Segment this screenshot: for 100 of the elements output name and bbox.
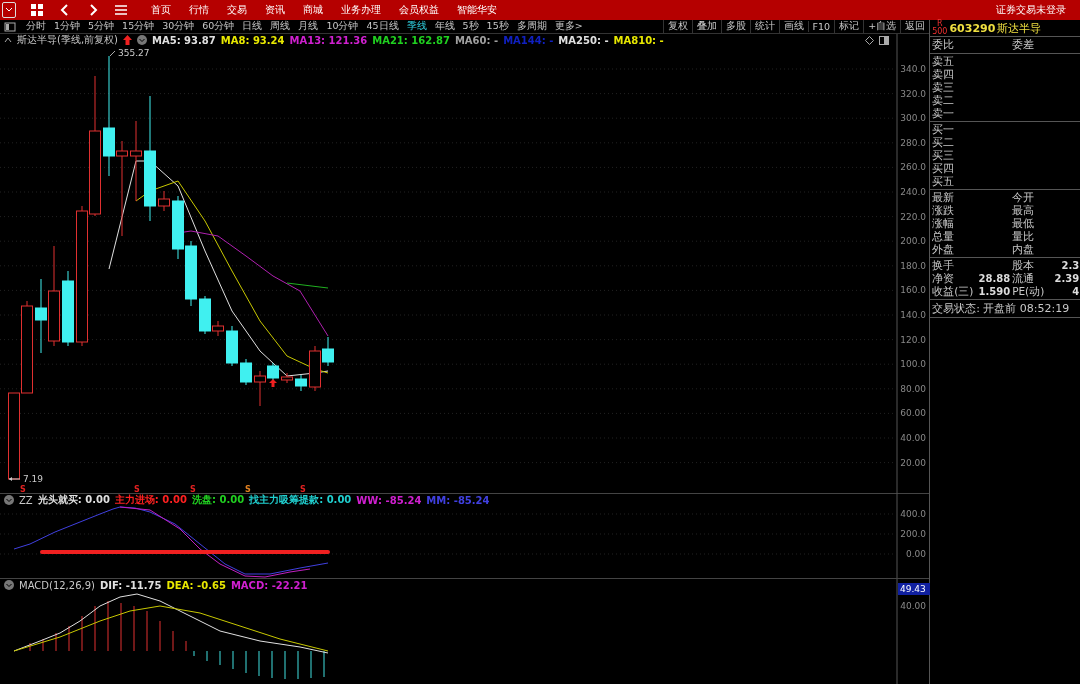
- bid-level-label: 买一: [932, 123, 955, 136]
- tool-button[interactable]: 统计: [749, 20, 779, 33]
- period-tab[interactable]: 5秒: [458, 20, 483, 33]
- login-status[interactable]: 证券交易未登录: [996, 3, 1080, 17]
- indicator-name: MACD(12,26,9): [19, 579, 95, 591]
- dropdown-icon[interactable]: [4, 495, 14, 506]
- tool-button[interactable]: 返回: [900, 20, 930, 33]
- period-tab[interactable]: 1分钟: [50, 20, 85, 33]
- legend-value: MA8: 93.24: [220, 34, 285, 46]
- field-label: 收益(三): [932, 285, 974, 297]
- period-tab[interactable]: 日线: [238, 20, 267, 33]
- tool-button[interactable]: 复权: [662, 20, 692, 33]
- current-value-badge: 49.43: [898, 583, 930, 596]
- period-tab[interactable]: 多周期: [512, 20, 551, 33]
- candlestick: [172, 195, 184, 260]
- tool-button[interactable]: 标记: [834, 20, 864, 33]
- high-price-label: 355.27: [118, 48, 150, 58]
- period-tab[interactable]: 10分钟: [322, 20, 363, 33]
- axis-tick-label: 180.0: [900, 260, 926, 271]
- collapse-icon[interactable]: [4, 36, 12, 44]
- legend-value: MA5: 93.87: [152, 34, 216, 46]
- legend-value: MM: -85.24: [426, 494, 490, 506]
- nav-menu-item[interactable]: 商城: [294, 3, 332, 17]
- period-tab[interactable]: 15分钟: [118, 20, 159, 33]
- field-label: 换手: [932, 259, 955, 271]
- period-tab[interactable]: 月线: [294, 20, 323, 33]
- field-label: 今开: [1012, 191, 1035, 203]
- dropdown-icon[interactable]: [4, 580, 14, 591]
- bid-level-label: 买五: [932, 175, 955, 188]
- field-label: 外盘: [932, 243, 955, 255]
- dropdown-button[interactable]: [2, 2, 16, 18]
- axis-tick-label: 120.0: [900, 334, 926, 345]
- tool-button[interactable]: +自选: [863, 20, 901, 33]
- chart-title: 斯达半导(季线,前复权): [17, 33, 118, 47]
- period-tab[interactable]: 5分钟: [84, 20, 119, 33]
- axis-tick-label: 280.0: [900, 137, 926, 148]
- period-tab[interactable]: 分时: [22, 20, 50, 33]
- legend-value: MA21: 162.87: [372, 34, 450, 46]
- ask-level-label: 卖五: [932, 55, 955, 68]
- field-label: 最新: [932, 191, 955, 203]
- bid-level-label: 买二: [932, 136, 955, 149]
- tool-button[interactable]: F10: [807, 21, 835, 32]
- ask-level-label: 卖二: [932, 94, 955, 107]
- field-label: 内盘: [1012, 243, 1035, 255]
- panel-toggle-icon[interactable]: [879, 35, 890, 45]
- axis-tick-label: 60.00: [900, 408, 926, 419]
- diamond-icon[interactable]: [865, 35, 875, 45]
- signal-marker: S: [134, 485, 140, 494]
- leader-line: [109, 50, 116, 57]
- tool-button[interactable]: 画线: [778, 20, 808, 33]
- legend-value: 主力进场: 0.00: [114, 493, 187, 508]
- field-label: 净资: [932, 272, 955, 284]
- tool-button[interactable]: 叠加: [691, 20, 721, 33]
- up-arrow-icon: [123, 35, 132, 45]
- axis-tick-label: 40.00: [900, 433, 926, 443]
- field-label: 委比: [932, 38, 956, 52]
- legend-value: MA13: 121.36: [289, 34, 368, 46]
- field-label: 股本: [1012, 259, 1035, 271]
- market-label: R: [937, 20, 943, 28]
- field-value: 2.3: [1061, 260, 1080, 271]
- legend-value: MA60: -: [454, 34, 499, 46]
- legend-value: 洗盘: 0.00: [192, 493, 245, 508]
- period-tab[interactable]: 周线: [266, 20, 295, 33]
- tool-button[interactable]: 多股: [720, 20, 750, 33]
- bid-level-label: 买四: [932, 162, 955, 175]
- nav-menu-item[interactable]: 业务办理: [332, 3, 390, 17]
- axis-tick-label: 200.0: [900, 236, 926, 247]
- legend-value: 光头就买: 0.00: [37, 493, 110, 508]
- nav-menu-item[interactable]: 资讯: [256, 3, 294, 17]
- nav-menu-item[interactable]: 会员权益: [390, 3, 448, 17]
- period-tab[interactable]: 30分钟: [158, 20, 199, 33]
- grid-icon[interactable]: [30, 3, 44, 17]
- period-tab[interactable]: 45日线: [362, 20, 403, 33]
- up-arrow-icon: [269, 379, 277, 387]
- period-tab[interactable]: 更多>: [550, 20, 587, 33]
- period-tab[interactable]: 15秒: [482, 20, 513, 33]
- period-tab[interactable]: 季线: [402, 20, 431, 33]
- field-value: 2.39: [1054, 273, 1080, 284]
- nav-menu-item[interactable]: 首页: [142, 3, 180, 17]
- stock-code: 603290: [949, 21, 996, 35]
- axis-tick-label: 160.0: [900, 285, 926, 296]
- period-tab[interactable]: 年线: [430, 20, 459, 33]
- signal-marker: S: [20, 485, 26, 494]
- low-price-label: 7.19: [23, 474, 44, 484]
- panel-toggle-icon[interactable]: [4, 21, 16, 32]
- legend-value: MA810: -: [613, 34, 664, 46]
- menu-icon[interactable]: [114, 3, 128, 17]
- axis-tick-label: 220.0: [900, 211, 926, 222]
- signal-marker: S: [245, 485, 251, 494]
- dropdown-icon[interactable]: [137, 35, 147, 45]
- trade-status: 交易状态: 开盘前 08:52:19: [932, 302, 1070, 315]
- period-tab[interactable]: 60分钟: [198, 20, 239, 33]
- nav-menu-item[interactable]: 行情: [180, 3, 218, 17]
- candlestick: [226, 325, 238, 367]
- candlestick: [281, 372, 293, 384]
- nav-menu-item[interactable]: 智能华安: [448, 3, 506, 17]
- legend-value: MACD: -22.21: [230, 579, 308, 591]
- axis-tick-label: 240.0: [900, 187, 926, 197]
- nav-menu-item[interactable]: 交易: [218, 3, 256, 17]
- axis-tick-label: 140.0: [900, 310, 926, 320]
